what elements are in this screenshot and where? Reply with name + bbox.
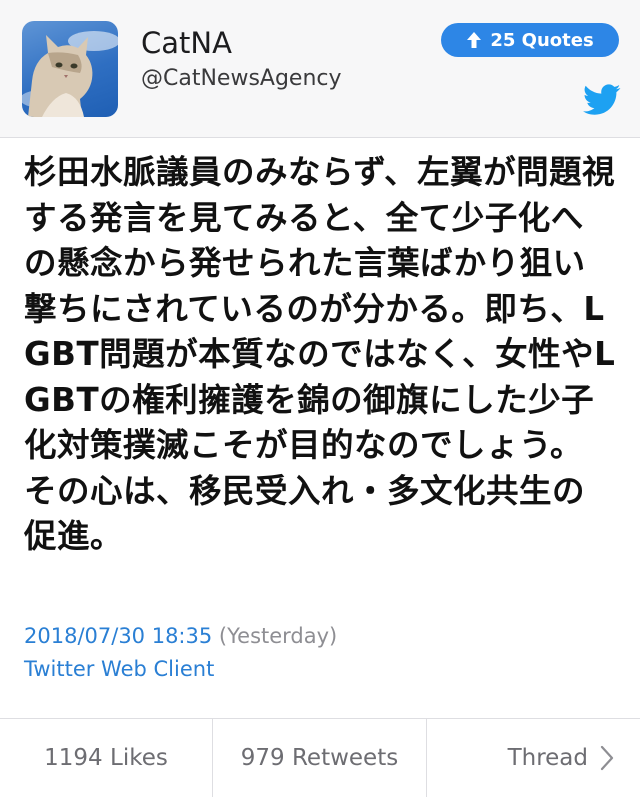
avatar[interactable] [22,21,118,117]
tweet-client-link[interactable]: Twitter Web Client [24,657,214,681]
timestamp-date[interactable]: 2018/07/30 18:35 [24,624,212,648]
tweet-header: CatNA @CatNewsAgency 25 Quotes [0,0,640,138]
retweets-button[interactable]: 979 Retweets [213,719,427,797]
tweet-text: 杉田水脈議員のみならず、左翼が問題視する発言を見てみると、全て少子化への懸念から… [24,153,616,555]
display-name[interactable]: CatNA [141,26,232,60]
twitter-bird-icon[interactable] [583,84,621,116]
timestamp-relative: (Yesterday) [218,624,338,648]
thread-label: Thread [507,745,588,771]
cat-avatar-icon [22,31,118,117]
tweet-actions-bar: 1194 Likes 979 Retweets Thread [0,718,640,797]
chevron-right-icon [600,745,614,771]
quotes-button[interactable]: 25 Quotes [441,23,619,57]
quotes-label: 25 Quotes [490,29,594,51]
arrow-up-icon [466,31,482,49]
tweet-timestamp[interactable]: 2018/07/30 18:35 (Yesterday) [24,624,337,648]
user-handle[interactable]: @CatNewsAgency [141,66,342,91]
thread-button[interactable]: Thread [427,719,640,797]
likes-button[interactable]: 1194 Likes [0,719,213,797]
